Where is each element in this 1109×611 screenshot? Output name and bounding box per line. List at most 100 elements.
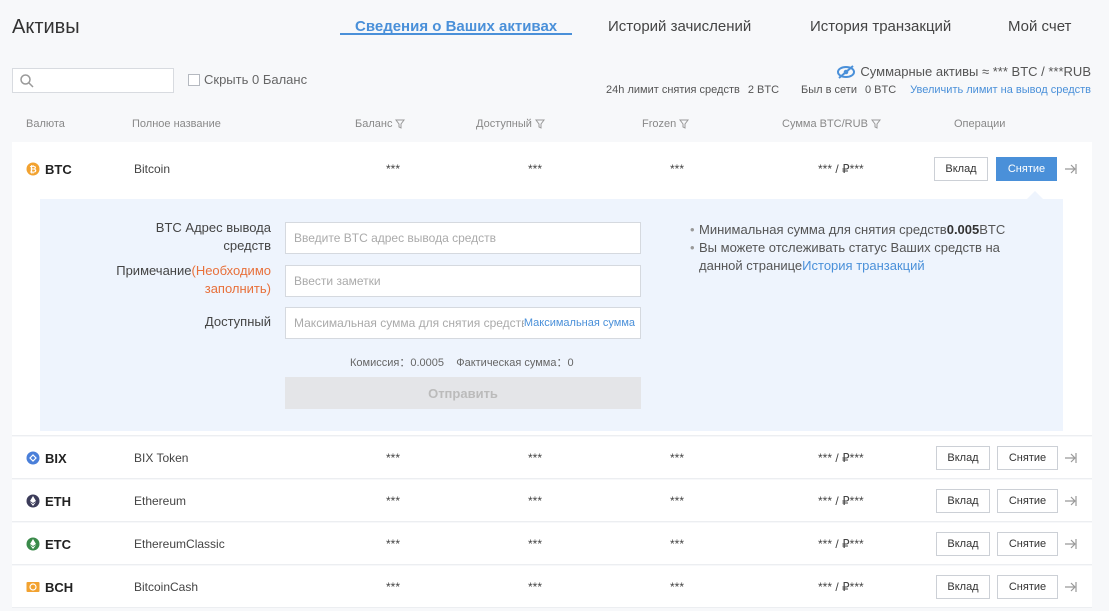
frozen-value: *** [670,162,685,176]
transaction-history-link[interactable]: История транзакций [802,258,924,273]
limit-label: 24h лимит снятия средств [606,84,740,96]
hide-zero-checkbox[interactable] [188,73,200,86]
available-value: *** [528,537,543,551]
deposit-button[interactable]: Вклад [934,157,988,181]
online-label: Был в сети [801,84,857,96]
limit-value: 2 BTC [747,84,780,96]
amount-label: Доступный [204,314,271,329]
col-balance[interactable]: Баланс [355,118,406,130]
col-currency: Валюта [26,118,65,130]
increase-limit-link[interactable]: Увеличить лимит на вывод средств [910,84,1091,96]
col-operations: Операции [954,118,1006,130]
total-assets-summary: Суммарные активы ≈ *** BTC / ***RUB [837,64,1091,79]
svg-text:₿: ₿ [29,165,36,176]
col-sum[interactable]: Сумма BTC/RUB [782,118,881,130]
tab-assets-info[interactable]: Сведения о Ваших активах [339,0,573,35]
filter-icon[interactable] [395,119,406,129]
frozen-value: *** [670,451,685,465]
eye-hidden-icon[interactable] [837,64,856,79]
withdraw-button[interactable]: Снятие [997,446,1058,470]
search-input[interactable] [37,71,171,90]
frozen-value: *** [670,494,685,508]
bix-coin-icon [26,451,40,465]
balance-value: *** [386,494,401,508]
coin-symbol: ETC [45,536,71,552]
sum-value: *** / ₽*** [818,162,864,176]
sum-value: *** / ₽*** [818,537,864,551]
table-row: BCH BitcoinCash *** *** *** *** / ₽*** В… [12,566,1092,608]
amount-field-wrap: Максимальная сумма [285,307,641,339]
trade-arrow-icon[interactable] [1063,450,1079,466]
col-fullname: Полное название [132,118,221,130]
trade-arrow-icon[interactable] [1063,536,1079,552]
eth-coin-icon [26,494,40,508]
table-header: Валюта Полное название Баланс Доступный … [0,118,1109,136]
balance-value: *** [386,537,401,551]
table-row: ₿ BTC Bitcoin *** *** *** *** / ₽*** Вкл… [12,148,1092,190]
deposit-button[interactable]: Вклад [936,575,990,599]
coin-name: Bitcoin [134,162,171,176]
note-input[interactable] [286,266,640,296]
address-label: BTC Адрес вывода средств [155,220,271,253]
address-input[interactable] [286,223,640,253]
tab-my-account[interactable]: Мой счет [1008,0,1071,35]
balance-value: *** [386,162,401,176]
withdraw-button[interactable]: Снятие [997,489,1058,513]
address-field-wrap [285,222,641,254]
trade-arrow-icon[interactable] [1063,579,1079,595]
coin-symbol: BCH [45,579,74,595]
deposit-button[interactable]: Вклад [936,489,990,513]
search-icon [20,74,34,88]
sum-value: *** / ₽*** [818,494,864,508]
coin-symbol: ETH [45,493,71,509]
withdraw-button[interactable]: Снятие [997,575,1058,599]
tab-deposit-history[interactable]: Историй зачислений [608,0,751,35]
note-label: Примечание(Необходимо заполнить) [101,262,271,298]
deposit-button[interactable]: Вклад [936,532,990,556]
filter-icon[interactable] [679,119,690,129]
total-assets-text: Суммарные активы ≈ *** BTC / ***RUB [860,64,1091,79]
submit-button[interactable]: Отправить [285,377,641,409]
min-amount-note: Минимальная сумма для снятия средств0.00… [690,221,1020,239]
page-title: Активы [12,16,80,38]
fee-info: Комиссия：0.0005 Фактическая сумма：0 [350,354,574,370]
withdraw-panel: BTC Адрес вывода средств Примечание(Необ… [40,191,1063,431]
table-row: ETC EthereumClassic *** *** *** *** / ₽*… [12,523,1092,565]
trade-arrow-icon[interactable] [1063,161,1079,177]
sum-value: *** / ₽*** [818,451,864,465]
trade-arrow-icon[interactable] [1063,493,1079,509]
assets-page: Активы Сведения о Ваших активах Историй … [0,0,1109,611]
table-row: ETH Ethereum *** *** *** *** / ₽*** Вкла… [12,480,1092,522]
filter-icon[interactable] [870,119,881,129]
withdraw-limits: 24h лимит снятия средств 2 BTC Был в сет… [598,84,1091,96]
btc-coin-icon: ₿ [26,162,40,176]
coin-symbol: BIX [45,450,67,466]
note-required: (Необходимо заполнить) [191,263,271,296]
note-field-wrap [285,265,641,297]
deposit-button[interactable]: Вклад [936,446,990,470]
col-frozen[interactable]: Frozen [642,118,690,130]
balance-value: *** [386,451,401,465]
filter-icon[interactable] [534,119,545,129]
coin-name: EthereumClassic [134,537,225,551]
etc-coin-icon [26,537,40,551]
available-value: *** [528,494,543,508]
col-available[interactable]: Доступный [476,118,545,130]
bch-coin-icon [26,582,40,592]
hide-zero-toggle[interactable]: Скрыть 0 Баланс [188,72,307,87]
coin-name: Ethereum [134,494,187,508]
note-label-text: Примечание [116,263,192,278]
tab-transaction-history[interactable]: История транзакций [810,0,951,35]
coin-name: BitcoinCash [134,580,199,594]
withdraw-notes: Минимальная сумма для снятия средств0.00… [690,221,1020,275]
max-amount-link[interactable]: Максимальная сумма [523,317,635,329]
withdraw-button[interactable]: Снятие [996,157,1057,181]
actual-amount-text: Фактическая сумма：0 [456,357,574,369]
header: Активы Сведения о Ваших активах Историй … [0,0,1109,50]
withdraw-button[interactable]: Снятие [997,532,1058,556]
fee-text: Комиссия：0.0005 [350,357,444,369]
frozen-value: *** [670,580,685,594]
coin-symbol: BTC [45,161,72,177]
hide-zero-label: Скрыть 0 Баланс [204,72,308,87]
available-value: *** [528,451,543,465]
